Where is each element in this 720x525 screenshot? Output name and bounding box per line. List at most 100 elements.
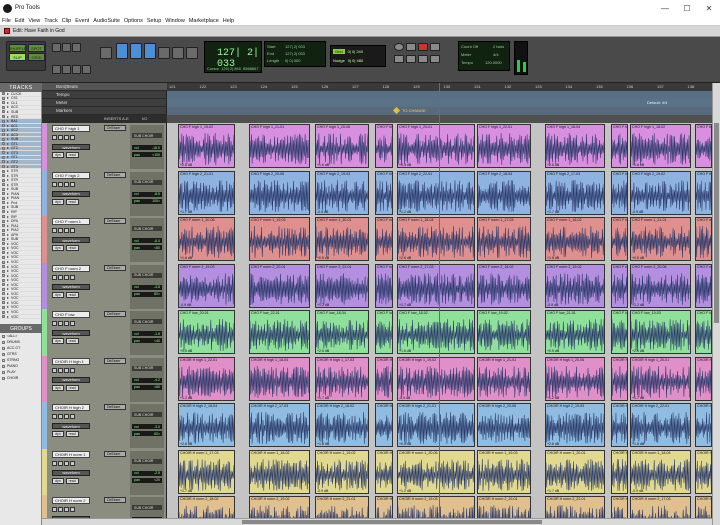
audio-clip[interactable]: CHOIR H norm 1_19-03 — [477, 449, 531, 494]
dyn-button[interactable]: dyn — [52, 152, 64, 158]
input-selector[interactable]: SUB CHOIR — [132, 365, 162, 371]
expand-triangle-icon[interactable] — [7, 197, 9, 200]
input-monitor-button[interactable] — [58, 181, 63, 187]
track-visibility-icon[interactable] — [2, 174, 5, 178]
fast-forward-button[interactable] — [418, 55, 428, 63]
audio-clip[interactable]: CHOIR H norm 2_17-03+0.5 dB — [630, 496, 691, 518]
track-visibility-icon[interactable] — [2, 237, 5, 241]
audio-clip[interactable]: CHO F norm 2_20-06 +1.2 dB — [630, 263, 691, 308]
track-view-selector[interactable]: waveform — [52, 423, 90, 429]
main-counter[interactable]: 127| 2| 033 Cursor 129| 2| 845 6568667 — [204, 41, 262, 73]
expand-triangle-icon[interactable] — [7, 101, 9, 104]
audio-clip[interactable]: CHO F low_20-06 — [611, 310, 628, 354]
menu-event[interactable]: Event — [75, 18, 89, 24]
track-playlist[interactable]: CHOIR H high 1_22-01 +1.2 dB CHOIR H high … — [167, 355, 712, 402]
track-name-field[interactable]: CHO F high 1 — [52, 125, 90, 132]
track-visibility-icon[interactable] — [2, 192, 5, 196]
ruler-meter-label[interactable]: Meter — [42, 99, 167, 107]
return-to-zero-button[interactable] — [394, 55, 404, 63]
audio-clip[interactable]: CHO F high 1_22-01 — [477, 124, 531, 168]
audio-clip[interactable]: CHOIR H norm 1_18-04 -0.9 dB — [630, 449, 691, 494]
expand-triangle-icon[interactable] — [7, 165, 9, 168]
expand-triangle-icon[interactable] — [7, 206, 9, 209]
pan-field[interactable]: pan 80> — [132, 291, 162, 297]
scrubber-tool-icon[interactable] — [158, 47, 170, 59]
vertical-scroll-thumb[interactable] — [714, 123, 719, 323]
zoom-preset-2-button[interactable] — [62, 65, 71, 74]
play-button[interactable] — [430, 43, 440, 51]
expand-triangle-icon[interactable] — [7, 311, 9, 314]
audio-clip[interactable]: CHOIR H high 1_22-01 — [695, 356, 712, 401]
expand-triangle-icon[interactable] — [7, 233, 9, 236]
volume-field[interactable]: vol -6.0 — [132, 238, 162, 243]
audio-clip[interactable]: CHOIR H norm 2_19-03+2.6 dB — [397, 496, 475, 518]
audio-clip[interactable]: CHOIR H high 1_20-06 +1.2 dB — [545, 356, 605, 401]
track-visibility-icon[interactable] — [2, 233, 5, 237]
grabber-tool-icon[interactable] — [144, 43, 156, 59]
start-value[interactable]: 127| 2| 033 — [285, 44, 305, 49]
audio-clip[interactable]: CHO F high 2_20-01 — [375, 170, 393, 215]
track-visibility-icon[interactable] — [2, 169, 5, 173]
track-view-selector[interactable]: waveform — [52, 237, 90, 243]
audio-clip[interactable]: CHOIR H norm 2_19-02 — [249, 496, 310, 518]
expand-triangle-icon[interactable] — [7, 210, 9, 213]
groups-panel-header[interactable]: GROUPS — [0, 324, 42, 333]
menu-marketplace[interactable]: Marketplace — [189, 18, 219, 24]
volume-field[interactable]: vol -3.0 — [132, 424, 162, 429]
expand-triangle-icon[interactable] — [7, 288, 9, 291]
track-visibility-icon[interactable] — [2, 92, 5, 96]
audio-clip[interactable]: CHO F norm 1_18-04 +2.6 dB — [397, 217, 475, 261]
expand-triangle-icon[interactable] — [7, 256, 9, 259]
audio-clip[interactable]: CHO F high 1_21-01 — [249, 124, 310, 168]
audio-clip[interactable]: CHO F low_18-04 +2.6 dB — [315, 310, 369, 354]
automation-mode-button[interactable]: read — [65, 245, 79, 251]
expand-triangle-icon[interactable] — [7, 120, 9, 123]
insert-slot[interactable]: DeEsser — [104, 497, 126, 503]
audio-clip[interactable]: CHO F norm 2_18-02 — [477, 263, 531, 308]
audio-clip[interactable]: CHOIR H norm 1_19-02 -0.9 dB — [315, 449, 369, 494]
audio-clip[interactable]: CHO F norm 2_20-01 — [249, 263, 310, 308]
expand-triangle-icon[interactable] — [7, 174, 9, 177]
input-selector[interactable]: SUB CHOIR — [132, 458, 162, 464]
expand-triangle-icon[interactable] — [7, 129, 9, 132]
expand-triangle-icon[interactable] — [7, 110, 9, 113]
expand-triangle-icon[interactable] — [7, 270, 9, 273]
audio-clip[interactable]: CHOIR H norm 2_20-01 — [477, 496, 531, 518]
volume-field[interactable]: vol -1.5 — [132, 331, 162, 336]
input-monitor-button[interactable] — [58, 414, 63, 419]
track-visibility-icon[interactable] — [2, 269, 5, 273]
audio-clip[interactable]: CHOIR H high 2_19-03 +2.6 dB — [545, 403, 605, 447]
audio-clip[interactable]: CHOIR H high 2_18-04 — [695, 403, 712, 447]
audio-clip[interactable]: CHO F norm 1_20-06 — [695, 217, 712, 261]
track-name-field[interactable]: CHOIR H high 1 — [52, 357, 90, 365]
loop-button[interactable] — [406, 43, 416, 51]
mute-button[interactable] — [70, 181, 75, 187]
pan-field[interactable]: pan <100 — [132, 152, 162, 157]
expand-triangle-icon[interactable] — [7, 192, 9, 195]
solo-button[interactable] — [64, 460, 69, 466]
audio-clip[interactable]: CHOIR H high 2_18-04 +2.6 dB — [178, 403, 235, 447]
input-selector[interactable]: SUB CHOIR — [132, 319, 162, 324]
expand-triangle-icon[interactable] — [7, 261, 9, 263]
expand-triangle-icon[interactable] — [7, 156, 9, 159]
audio-clip[interactable]: CHO F high 1_19-03 — [375, 124, 393, 168]
mute-button[interactable] — [70, 321, 75, 326]
audio-clip[interactable]: CHO F norm 1_20-01 +0.5 dB — [315, 217, 369, 261]
pan-field[interactable]: pan <80 — [132, 245, 162, 250]
audio-clip[interactable]: CHO F norm 2_22-01 +1.2 dB — [315, 263, 369, 308]
track-visibility-icon[interactable] — [2, 196, 5, 200]
track-visibility-icon[interactable] — [2, 133, 5, 137]
track-view-selector[interactable]: waveform — [52, 376, 90, 383]
minimize-button[interactable]: — — [654, 0, 676, 16]
insert-slot[interactable]: DeEsser — [104, 404, 126, 410]
audio-clip[interactable]: CHO F norm 1_20-06 +1.6 dB — [178, 217, 235, 261]
expand-triangle-icon[interactable] — [7, 138, 9, 141]
smart-tool-icon[interactable] — [186, 47, 198, 59]
zoom-in-button[interactable] — [52, 43, 61, 52]
expand-triangle-icon[interactable] — [7, 251, 9, 254]
track-visibility-icon[interactable] — [2, 301, 5, 305]
mute-button[interactable] — [70, 274, 75, 280]
record-enable-button[interactable] — [52, 321, 57, 326]
audio-clip[interactable]: CHO F norm 2_21-01 — [611, 263, 628, 308]
playhead-cursor[interactable] — [439, 83, 440, 123]
